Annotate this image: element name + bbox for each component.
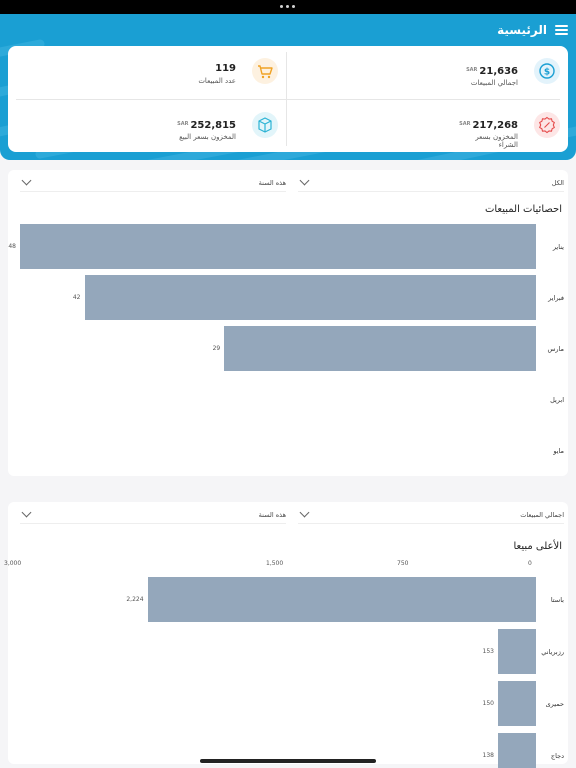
currency-label: SAR	[459, 121, 471, 127]
stat-stock-purchase[interactable]: SAR 217,268 المخزون بسعر الشراء	[304, 104, 564, 150]
multitask-dots-icon[interactable]	[280, 5, 295, 8]
category-label: مايو	[553, 446, 564, 455]
stat-total-sales[interactable]: $ SAR 21,636 اجمالي المبيعات	[304, 50, 564, 94]
bar	[84, 275, 536, 320]
category-label: رزبرياني	[541, 647, 564, 656]
bar	[498, 629, 536, 674]
axis-tick-label: 0	[528, 560, 532, 567]
bar-value-label: 138	[482, 751, 494, 759]
bar-value-label: 2,224	[126, 595, 144, 603]
header-title-row: الرئيسية	[497, 20, 568, 40]
hamburger-menu-icon[interactable]	[555, 25, 568, 35]
category-label: ابريل	[550, 395, 564, 404]
axis-tick-label: 1,500	[266, 560, 284, 567]
sales-stats-panel: الكل هذه السنة احصائيات المبيعات يناير 48…	[8, 170, 568, 476]
bar	[147, 577, 536, 622]
bar-value-label: 150	[482, 699, 494, 707]
sales-stats-title: احصائيات المبيعات	[484, 204, 562, 215]
period-dropdown[interactable]: هذه السنة	[20, 506, 286, 524]
filter-row: الكل هذه السنة	[8, 170, 568, 196]
currency-label: SAR	[177, 121, 189, 127]
category-label: فبراير	[548, 293, 564, 302]
stat-stock-sale[interactable]: SAR 252,815 المخزون بسعر البيع	[22, 104, 282, 148]
stock-purchase-label: المخزون بسعر الشراء	[475, 133, 518, 150]
bar	[224, 326, 536, 371]
badge-icon	[534, 112, 560, 138]
svg-text:$: $	[544, 68, 550, 78]
chevron-down-icon	[21, 175, 32, 186]
stats-card: $ SAR 21,636 اجمالي المبيعات 119 عدد المب…	[8, 46, 568, 152]
bar-value-label: 29	[212, 344, 221, 352]
page-title: الرئيسية	[497, 23, 547, 37]
top-selling-title: الأعلى مبيعا	[513, 541, 562, 552]
chevron-down-icon	[21, 507, 32, 518]
total-sales-value: 21,636	[479, 66, 518, 77]
stock-sale-value: 252,815	[190, 120, 236, 131]
currency-label: SAR	[466, 67, 478, 73]
chevron-down-icon	[299, 175, 310, 186]
home-indicator	[200, 759, 376, 763]
top-selling-panel: اجمالي المبيعات هذه السنة الأعلى مبيعا 0…	[4, 502, 568, 768]
bar-value-label: 48	[8, 242, 16, 250]
category-label: باستا	[550, 595, 564, 604]
bar-value-label: 153	[482, 647, 494, 655]
chevron-down-icon	[299, 507, 310, 518]
cart-icon	[252, 58, 278, 84]
period-dropdown[interactable]: هذه السنة	[20, 174, 286, 192]
category-label: يناير	[552, 242, 564, 251]
metric-dropdown[interactable]: اجمالي المبيعات	[298, 506, 564, 524]
total-sales-label: اجمالي المبيعات	[470, 79, 518, 87]
dropdown-value: اجمالي المبيعات	[520, 510, 564, 519]
category-label: حميرى	[545, 699, 564, 708]
stock-sale-label: المخزون بسعر البيع	[179, 133, 236, 141]
dropdown-value: هذه السنة	[258, 178, 286, 187]
bar	[498, 681, 536, 726]
axis-tick-label: 750	[397, 560, 409, 567]
box-icon	[252, 112, 278, 138]
dropdown-value: هذه السنة	[258, 510, 286, 519]
sales-count-label: عدد المبيعات	[198, 77, 236, 85]
divider	[16, 99, 560, 100]
bar	[498, 733, 536, 768]
status-bar	[0, 0, 576, 14]
category-label: مارس	[547, 344, 564, 353]
axis-tick-label: 3,000	[4, 560, 22, 567]
stat-sales-count[interactable]: 119 عدد المبيعات	[22, 50, 282, 94]
stock-purchase-value: 217,268	[472, 120, 518, 131]
sales-count-value: 119	[215, 63, 236, 74]
dollar-circle-icon: $	[534, 58, 560, 84]
filter-row: اجمالي المبيعات هذه السنة	[8, 502, 568, 528]
dropdown-value: الكل	[551, 178, 564, 187]
bar	[20, 224, 536, 269]
period-type-dropdown[interactable]: الكل	[298, 174, 564, 192]
category-label: دجاج	[550, 751, 564, 760]
bar-value-label: 42	[72, 293, 81, 301]
